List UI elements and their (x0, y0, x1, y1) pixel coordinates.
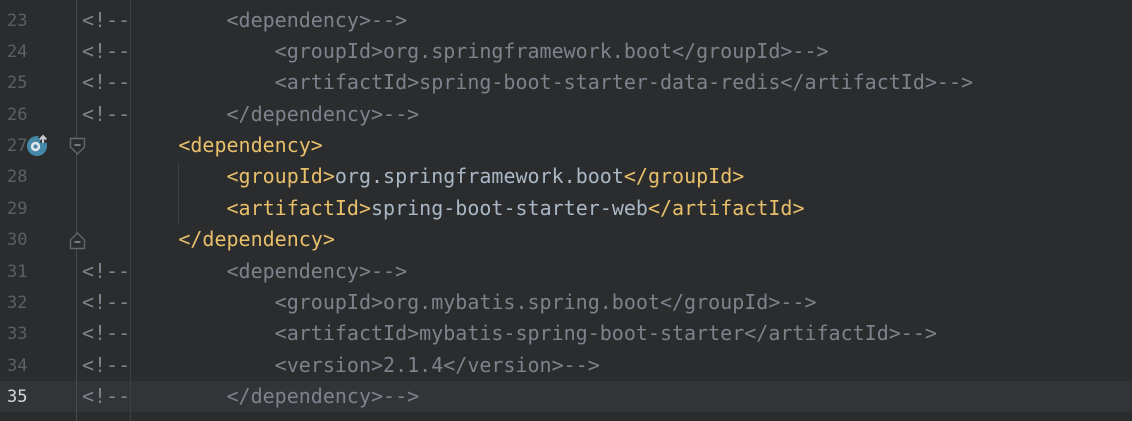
code-text: <!-- <version>2.1.4</version>--> (82, 352, 600, 377)
code-line[interactable]: 24 <!-- <groupId>org.springframework.boot… (0, 36, 1132, 67)
code-text: <dependency> (178, 133, 323, 158)
code-line[interactable]: 29 <artifactId>spring-boot-starter-web</… (0, 193, 1132, 224)
code-text: <!-- <artifactId>spring-boot-starter-dat… (82, 70, 974, 95)
code-text: <!-- <dependency>--> (82, 7, 408, 32)
code-text: <groupId>org.springframework.boot</group… (226, 164, 745, 189)
code-text: <!-- </dependency>--> (82, 384, 420, 409)
code-line[interactable]: 23 <!-- <dependency>--> (0, 5, 1132, 36)
code-text: </dependency> (178, 227, 335, 252)
code-text: <artifactId>spring-boot-starter-web</art… (226, 195, 805, 220)
code-text: <!-- <groupId>org.springframework.boot</… (82, 38, 829, 63)
code-line[interactable]: 33 <!-- <artifactId>mybatis-spring-boot-s… (0, 318, 1132, 349)
code-text: <!-- </dependency>--> (82, 101, 420, 126)
fold-region-start-icon[interactable] (69, 137, 86, 160)
fold-region-end-icon[interactable] (69, 231, 86, 254)
code-line[interactable]: 34 <!-- <version>2.1.4</version>--> (0, 350, 1132, 381)
code-line[interactable]: 28 <groupId>org.springframework.boot</gr… (0, 161, 1132, 192)
code-text: <!-- <dependency>--> (82, 258, 408, 283)
code-editor: 23 <!-- <dependency>--> 24 <!-- <groupId>or… (0, 0, 1132, 421)
code-lines: 23 <!-- <dependency>--> 24 <!-- <groupId>or… (0, 5, 1132, 413)
code-line[interactable]: 25 <!-- <artifactId>spring-boot-starter-d… (0, 67, 1132, 98)
code-line[interactable]: 35 <!-- </dependency>--> (0, 381, 1132, 413)
code-text: <!-- <groupId>org.mybatis.spring.boot</g… (82, 289, 817, 314)
code-line[interactable]: 30 </dependency> (0, 224, 1132, 255)
code-line[interactable]: 32 <!-- <groupId>org.mybatis.spring.boot<… (0, 287, 1132, 318)
override-navigate-up-icon[interactable] (26, 132, 50, 161)
code-text: <!-- <artifactId>mybatis-spring-boot-sta… (82, 321, 937, 346)
code-line[interactable]: 27 <dependency> (0, 130, 1132, 161)
code-line[interactable]: 26 <!-- </dependency>--> (0, 99, 1132, 130)
code-line[interactable]: 31 <!-- <dependency>--> (0, 256, 1132, 287)
